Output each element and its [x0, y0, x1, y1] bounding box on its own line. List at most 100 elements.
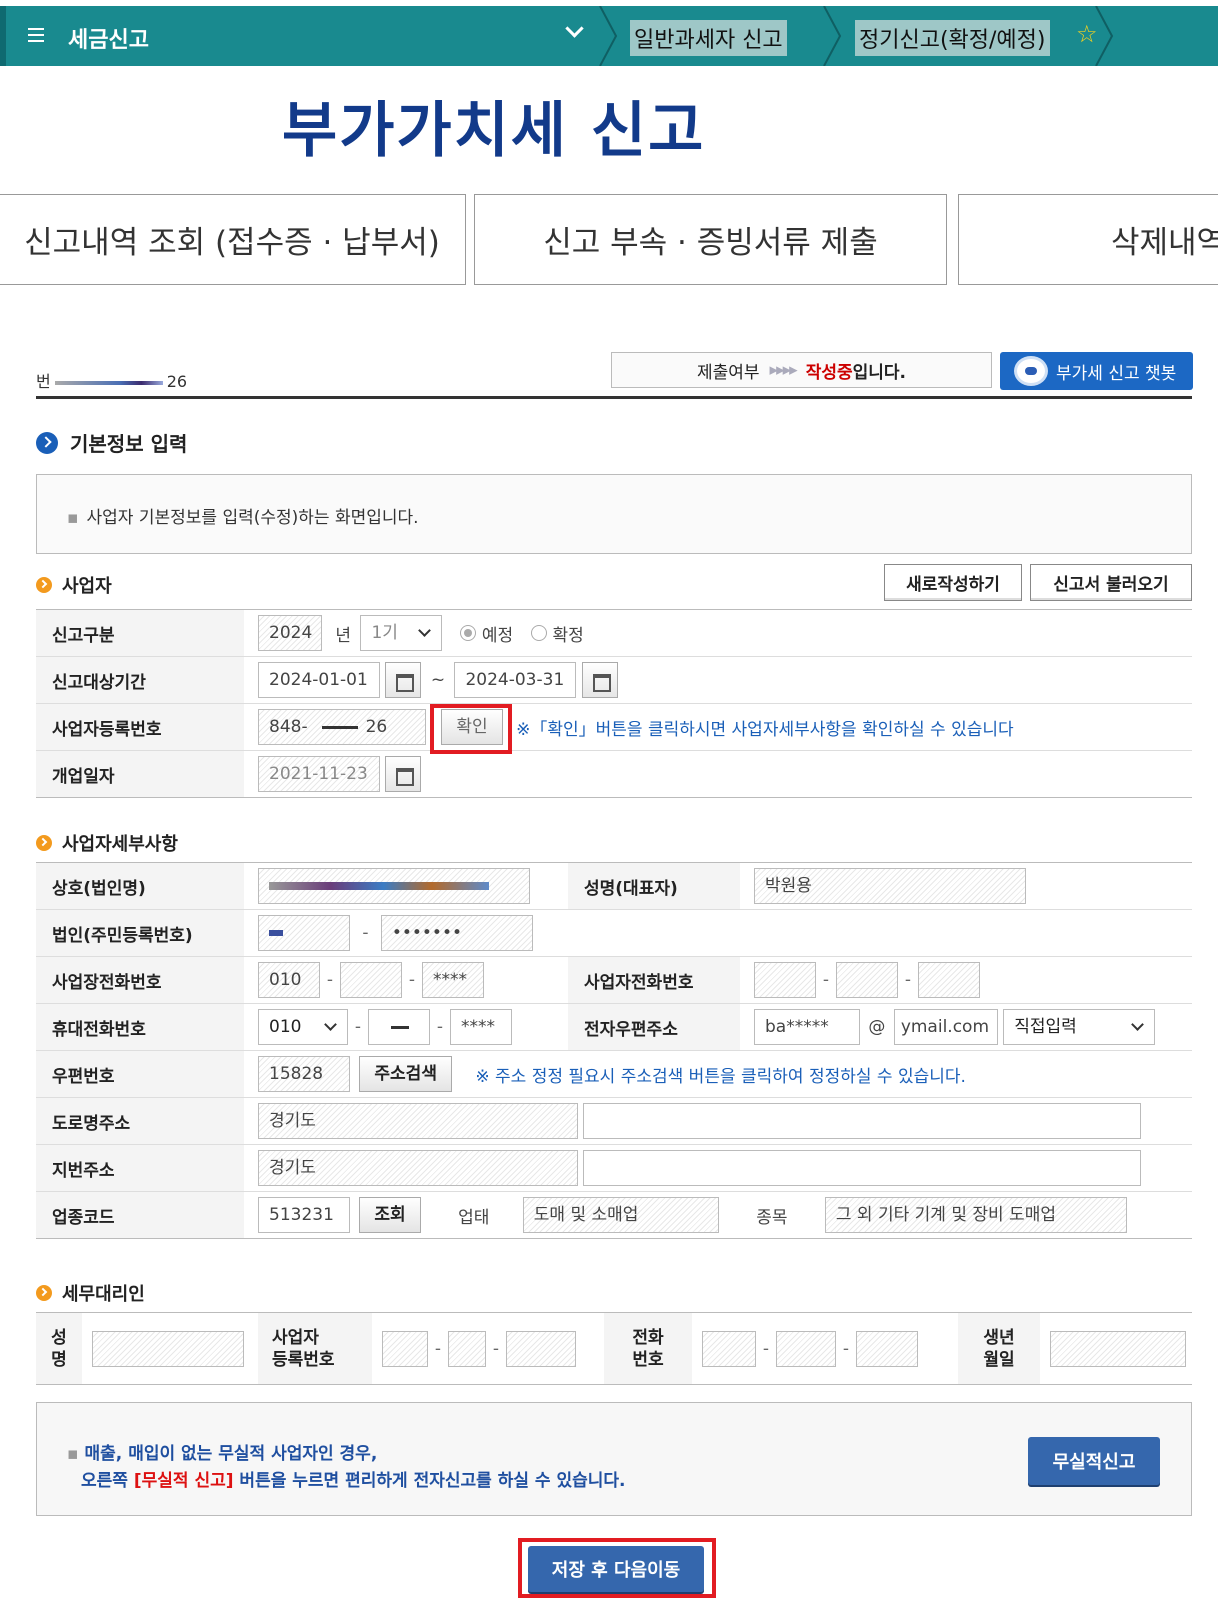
chatbot-icon	[1014, 356, 1048, 386]
dash: -	[326, 970, 334, 990]
owner-phone-a	[754, 962, 816, 998]
nil-line-2-post: 버튼을 누르면 편리하게 전자신고를 하실 수 있습니다.	[233, 1471, 626, 1491]
period-select[interactable]: 1기	[360, 615, 443, 651]
section-title: 기본정보 입력	[70, 432, 188, 456]
breadcrumb-general-taxpayer[interactable]: 일반과세자 신고	[630, 20, 787, 56]
breadcrumb-separator-icon	[823, 6, 842, 66]
lot-address-detail[interactable]	[583, 1150, 1142, 1186]
chatbot-label: 부가세 신고 챗봇	[1056, 363, 1177, 384]
calendar-icon[interactable]	[581, 662, 618, 698]
new-write-button[interactable]: 새로작성하기	[884, 564, 1022, 601]
email-at: @	[868, 1017, 886, 1037]
reg-suffix: 26	[166, 372, 188, 391]
tab-deleted-history[interactable]: 삭제내역	[958, 194, 1218, 285]
zip-field: 15828	[258, 1056, 350, 1092]
calendar-icon[interactable]	[385, 756, 422, 792]
nav-title[interactable]: 세금신고	[68, 22, 149, 54]
radio-prelim-label: 예정	[481, 625, 514, 646]
dash: -	[904, 970, 912, 990]
road-address-label: 도로명주소	[36, 1097, 244, 1145]
chevron-down-icon	[324, 1018, 337, 1031]
agent-reg-label-1: 사업자	[272, 1327, 319, 1348]
bullet: ▪	[67, 1444, 79, 1464]
business-table: 신고구분 2024 년 1기 예정 확정 신고대상기간 2024-01-01 ~…	[36, 609, 1192, 798]
lookup-button[interactable]: 조회	[359, 1197, 421, 1233]
hamburger-menu-icon[interactable]	[28, 28, 44, 42]
radio-final[interactable]	[530, 625, 547, 641]
address-search-button[interactable]: 주소검색	[359, 1056, 452, 1092]
owner-phone-c	[918, 962, 980, 998]
email-select-value: 직접입력	[1014, 1017, 1077, 1037]
industry-code-field[interactable]: 513231	[258, 1197, 350, 1233]
mobile-prefix-select[interactable]: 010	[258, 1009, 348, 1045]
email-label: 전자우편주소	[568, 1003, 740, 1051]
dash: -	[822, 970, 830, 990]
breadcrumb-regular-report[interactable]: 정기신고(확정/예정)	[855, 20, 1050, 56]
business-title: 사업자	[62, 576, 112, 597]
detail-title: 사업자세부사항	[62, 834, 178, 855]
business-heading: 사업자	[36, 572, 112, 598]
corp-field-b: •••••••	[380, 915, 533, 951]
corp-label: 법인(주민등록번호)	[36, 909, 244, 957]
status-state: 작성중	[805, 362, 853, 383]
agent-name-label: 성명	[36, 1312, 82, 1385]
dash: -	[436, 1017, 444, 1037]
business-type-label: 업태	[458, 1207, 490, 1228]
email-domain-field[interactable]: ymail.com	[893, 1009, 998, 1045]
agent-birth-label: 생년 월일	[958, 1312, 1040, 1385]
to-date-field[interactable]: 2024-03-31	[454, 662, 577, 698]
nil-report-notice: ▪ 매출, 매입이 없는 무실적 사업자인 경우, 오른쪽 [무실적 신고] 버튼…	[36, 1402, 1192, 1516]
chatbot-button[interactable]: 부가세 신고 챗봇	[1000, 352, 1193, 390]
agent-title: 세무대리인	[62, 1284, 145, 1305]
from-date-field[interactable]: 2024-01-01	[258, 662, 380, 698]
arrow-circle-icon	[36, 431, 58, 454]
agent-phone-b	[776, 1330, 836, 1367]
agent-phone-a	[702, 1330, 756, 1367]
open-date-field: 2021-11-23	[258, 756, 380, 792]
owner-phone-b	[836, 962, 898, 998]
dash: -	[762, 1338, 770, 1359]
tab-document-submit[interactable]: 신고 부속 · 증빙서류 제출	[474, 194, 947, 285]
chevron-down-icon[interactable]	[565, 19, 584, 38]
load-report-button[interactable]: 신고서 불러오기	[1030, 564, 1192, 601]
masked-bar	[321, 725, 358, 729]
agent-reg-c	[506, 1330, 576, 1367]
masked-bar	[391, 1025, 409, 1029]
orange-arrow-icon	[36, 1285, 52, 1301]
mobile-last-field[interactable]: ****	[450, 1009, 512, 1045]
item-label: 종목	[756, 1207, 788, 1228]
dash: -	[842, 1338, 850, 1359]
mobile-mid-field[interactable]	[368, 1009, 430, 1045]
agent-phone-label: 전화 번호	[604, 1312, 692, 1385]
detail-table: 상호(법인명) 성명(대표자) 박원용 법인(주민등록번호) - •••••••…	[36, 862, 1192, 1239]
submission-status: 제출여부 ▸▸▸▸ 작성중입니다.	[611, 352, 992, 388]
agent-name-field	[92, 1330, 244, 1367]
owner-phone-label: 사업자전화번호	[568, 956, 740, 1004]
agent-heading: 세무대리인	[36, 1280, 145, 1306]
company-field	[258, 868, 530, 904]
email-id-field[interactable]: ba*****	[754, 1009, 860, 1045]
corp-field-a	[258, 915, 350, 951]
rep-label: 성명(대표자)	[568, 862, 740, 910]
calendar-icon[interactable]	[385, 662, 422, 698]
radio-prelim[interactable]	[459, 625, 476, 641]
masked-bar	[54, 380, 163, 385]
agent-phone-c	[856, 1330, 918, 1367]
regno-prefix: 848-	[269, 717, 308, 737]
dash: -	[362, 923, 369, 943]
chevron-down-icon	[418, 624, 432, 637]
orange-arrow-icon	[36, 835, 52, 851]
agent-birth-label-1: 생년	[983, 1327, 1015, 1348]
road-address-detail[interactable]	[583, 1103, 1142, 1139]
biz-phone-b	[340, 962, 402, 998]
nil-report-button[interactable]: 무실적신고	[1028, 1437, 1160, 1485]
year-field: 2024	[258, 615, 322, 651]
agent-birth-field	[1050, 1330, 1186, 1367]
address-hint: ※ 주소 정정 필요시 주소검색 버튼을 클릭하여 정정하실 수 있습니다.	[475, 1066, 966, 1087]
agent-reg-b	[448, 1330, 486, 1367]
tab-report-history[interactable]: 신고내역 조회 (접수증 · 납부서)	[0, 194, 466, 285]
biz-phone-c: ****	[422, 962, 484, 998]
email-domain-select[interactable]: 직접입력	[1003, 1009, 1156, 1045]
regno-field: 848- 26	[258, 709, 426, 745]
agent-birth-label-2: 월일	[983, 1349, 1015, 1370]
